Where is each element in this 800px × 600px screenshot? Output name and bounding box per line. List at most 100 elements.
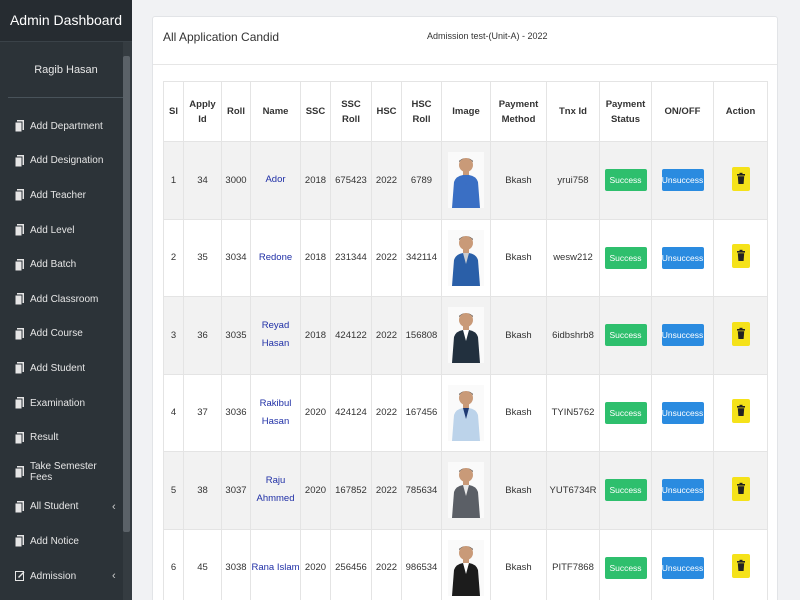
cell-action (713, 528, 768, 600)
cell-name: Redone (250, 218, 301, 297)
cell-payment-method: Bkash (490, 141, 547, 220)
cell-roll: 3036 (221, 373, 251, 452)
cell-action (713, 373, 768, 452)
sidebar-item[interactable]: Result (0, 420, 132, 455)
cell-payment-status: Success (599, 218, 652, 297)
column-header-ssc-roll[interactable]: SSC Roll (330, 81, 372, 142)
cell-on-off: Unsuccess (651, 296, 714, 375)
cell-apply-id: 35 (183, 218, 222, 297)
column-header-payment-status[interactable]: Payment Status (599, 81, 652, 142)
delete-button[interactable] (731, 399, 750, 424)
sidebar-item[interactable]: Add Classroom (0, 282, 132, 317)
sidebar-item[interactable]: Add Batch (0, 247, 132, 282)
cell-roll: 3038 (221, 528, 251, 600)
success-button[interactable]: Success (604, 324, 647, 347)
cell-tnx-id: YUT6734R (546, 451, 600, 530)
cell-image (441, 373, 491, 452)
candidates-card: All Application Candid Admission test-(U… (152, 16, 778, 600)
sidebar-item[interactable]: Add Teacher (0, 178, 132, 213)
cell-ssc: 2020 (300, 451, 331, 530)
unsuccess-button[interactable]: Unsuccess (661, 401, 704, 424)
column-header-apply-id[interactable]: Apply Id (183, 81, 222, 142)
column-header-hsc-roll[interactable]: HSC Roll (401, 81, 442, 142)
table-row: 1 34 3000 Ador 2018 675423 2022 6789 Bkash yrui75… (163, 141, 768, 220)
table-row: 2 35 3034 Redone 2018 231344 2022 342114 Bkash we… (163, 218, 768, 297)
sidebar-item[interactable]: All Student ‹ (0, 490, 132, 525)
edit-icon (15, 570, 25, 582)
unsuccess-button[interactable]: Unsuccess (661, 169, 704, 192)
candidate-photo (448, 384, 484, 441)
column-header-hsc[interactable]: HSC (371, 81, 402, 142)
delete-button[interactable] (731, 244, 750, 269)
table-row: 5 38 3037 Raju Ahmmed 2020 167852 2022 785634 Bk… (163, 451, 768, 530)
delete-button[interactable] (731, 166, 750, 191)
column-header-roll[interactable]: Roll (221, 81, 251, 142)
success-button[interactable]: Success (604, 556, 647, 579)
sidebar-item[interactable]: Add Level (0, 213, 132, 248)
file-icon (14, 535, 24, 548)
sidebar-item[interactable]: Take Semester Fees (0, 455, 132, 490)
column-header-action[interactable]: Action (713, 81, 768, 142)
success-button[interactable]: Success (604, 169, 647, 192)
cell-sl: 6 (163, 528, 184, 600)
unsuccess-button[interactable]: Unsuccess (661, 324, 704, 347)
success-button[interactable]: Success (604, 401, 647, 424)
file-icon (14, 154, 24, 168)
column-header-on-off[interactable]: ON/OFF (651, 81, 714, 142)
sidebar-scrollbar[interactable] (123, 56, 130, 532)
sidebar-item[interactable]: Add Notice (0, 524, 132, 559)
cell-ssc-roll: 231344 (330, 218, 372, 297)
cell-hsc-roll: 156808 (401, 296, 442, 375)
cell-payment-status: Success (599, 451, 652, 530)
column-header-ssc[interactable]: SSC (300, 81, 331, 142)
sidebar-item[interactable]: Add Student (0, 351, 132, 386)
cell-payment-status: Success (599, 528, 652, 600)
cell-ssc-roll: 167852 (330, 451, 372, 530)
success-button[interactable]: Success (604, 479, 647, 502)
sidebar-item-label: Add Student (30, 362, 86, 374)
cell-apply-id: 37 (183, 373, 222, 452)
cell-payment-method: Bkash (490, 296, 547, 375)
sidebar-title[interactable]: Admin Dashboard (0, 0, 132, 42)
column-header-sl[interactable]: Sl (163, 81, 184, 142)
sidebar-item[interactable]: Examination (0, 386, 132, 421)
trash-icon (736, 560, 745, 572)
candidates-table: Sl Apply Id Roll Name SSC SSC Roll HSC HSC Roll… (163, 81, 768, 600)
unsuccess-button[interactable]: Unsuccess (661, 479, 704, 502)
cell-hsc: 2022 (371, 373, 402, 452)
cell-tnx-id: 6idbshrb8 (546, 296, 600, 375)
sidebar-item-label: Add Designation (30, 155, 104, 167)
column-header-payment-method[interactable]: Payment Method (490, 81, 547, 142)
sidebar-item-label: Result (30, 432, 59, 444)
sidebar-user-name[interactable]: Ragib Hasan (8, 42, 124, 98)
sidebar-item-label: Add Batch (30, 259, 77, 271)
sidebar-item[interactable]: Add Department (0, 109, 132, 144)
card-title: All Application Candid (163, 30, 280, 44)
unsuccess-button[interactable]: Unsuccess (661, 246, 704, 269)
column-header-image[interactable]: Image (441, 81, 491, 142)
trash-icon (736, 327, 745, 339)
delete-button[interactable] (731, 476, 750, 501)
cell-image (441, 296, 491, 375)
cell-hsc: 2022 (371, 451, 402, 530)
sidebar-item[interactable]: Add Designation (0, 144, 132, 179)
success-button[interactable]: Success (604, 246, 647, 269)
sidebar-item[interactable]: Admission ‹ (0, 559, 132, 594)
main-content: All Application Candid Admission test-(U… (132, 0, 800, 600)
delete-button[interactable] (731, 554, 750, 579)
cell-apply-id: 34 (183, 141, 222, 220)
sidebar-item-label: All Student (30, 501, 79, 513)
sidebar-item[interactable]: Add Course (0, 317, 132, 352)
cell-payment-method: Bkash (490, 528, 547, 600)
sidebar-item-label: Add Level (30, 224, 75, 236)
unsuccess-button[interactable]: Unsuccess (661, 556, 704, 579)
cell-hsc-roll: 6789 (401, 141, 442, 220)
column-header-tnx-id[interactable]: Tnx Id (546, 81, 600, 142)
cell-hsc: 2022 (371, 296, 402, 375)
column-header-name[interactable]: Name (250, 81, 301, 142)
cell-on-off: Unsuccess (651, 528, 714, 600)
cell-payment-status: Success (599, 141, 652, 220)
cell-roll: 3034 (221, 218, 251, 297)
delete-button[interactable] (731, 321, 750, 346)
cell-ssc: 2020 (300, 373, 331, 452)
